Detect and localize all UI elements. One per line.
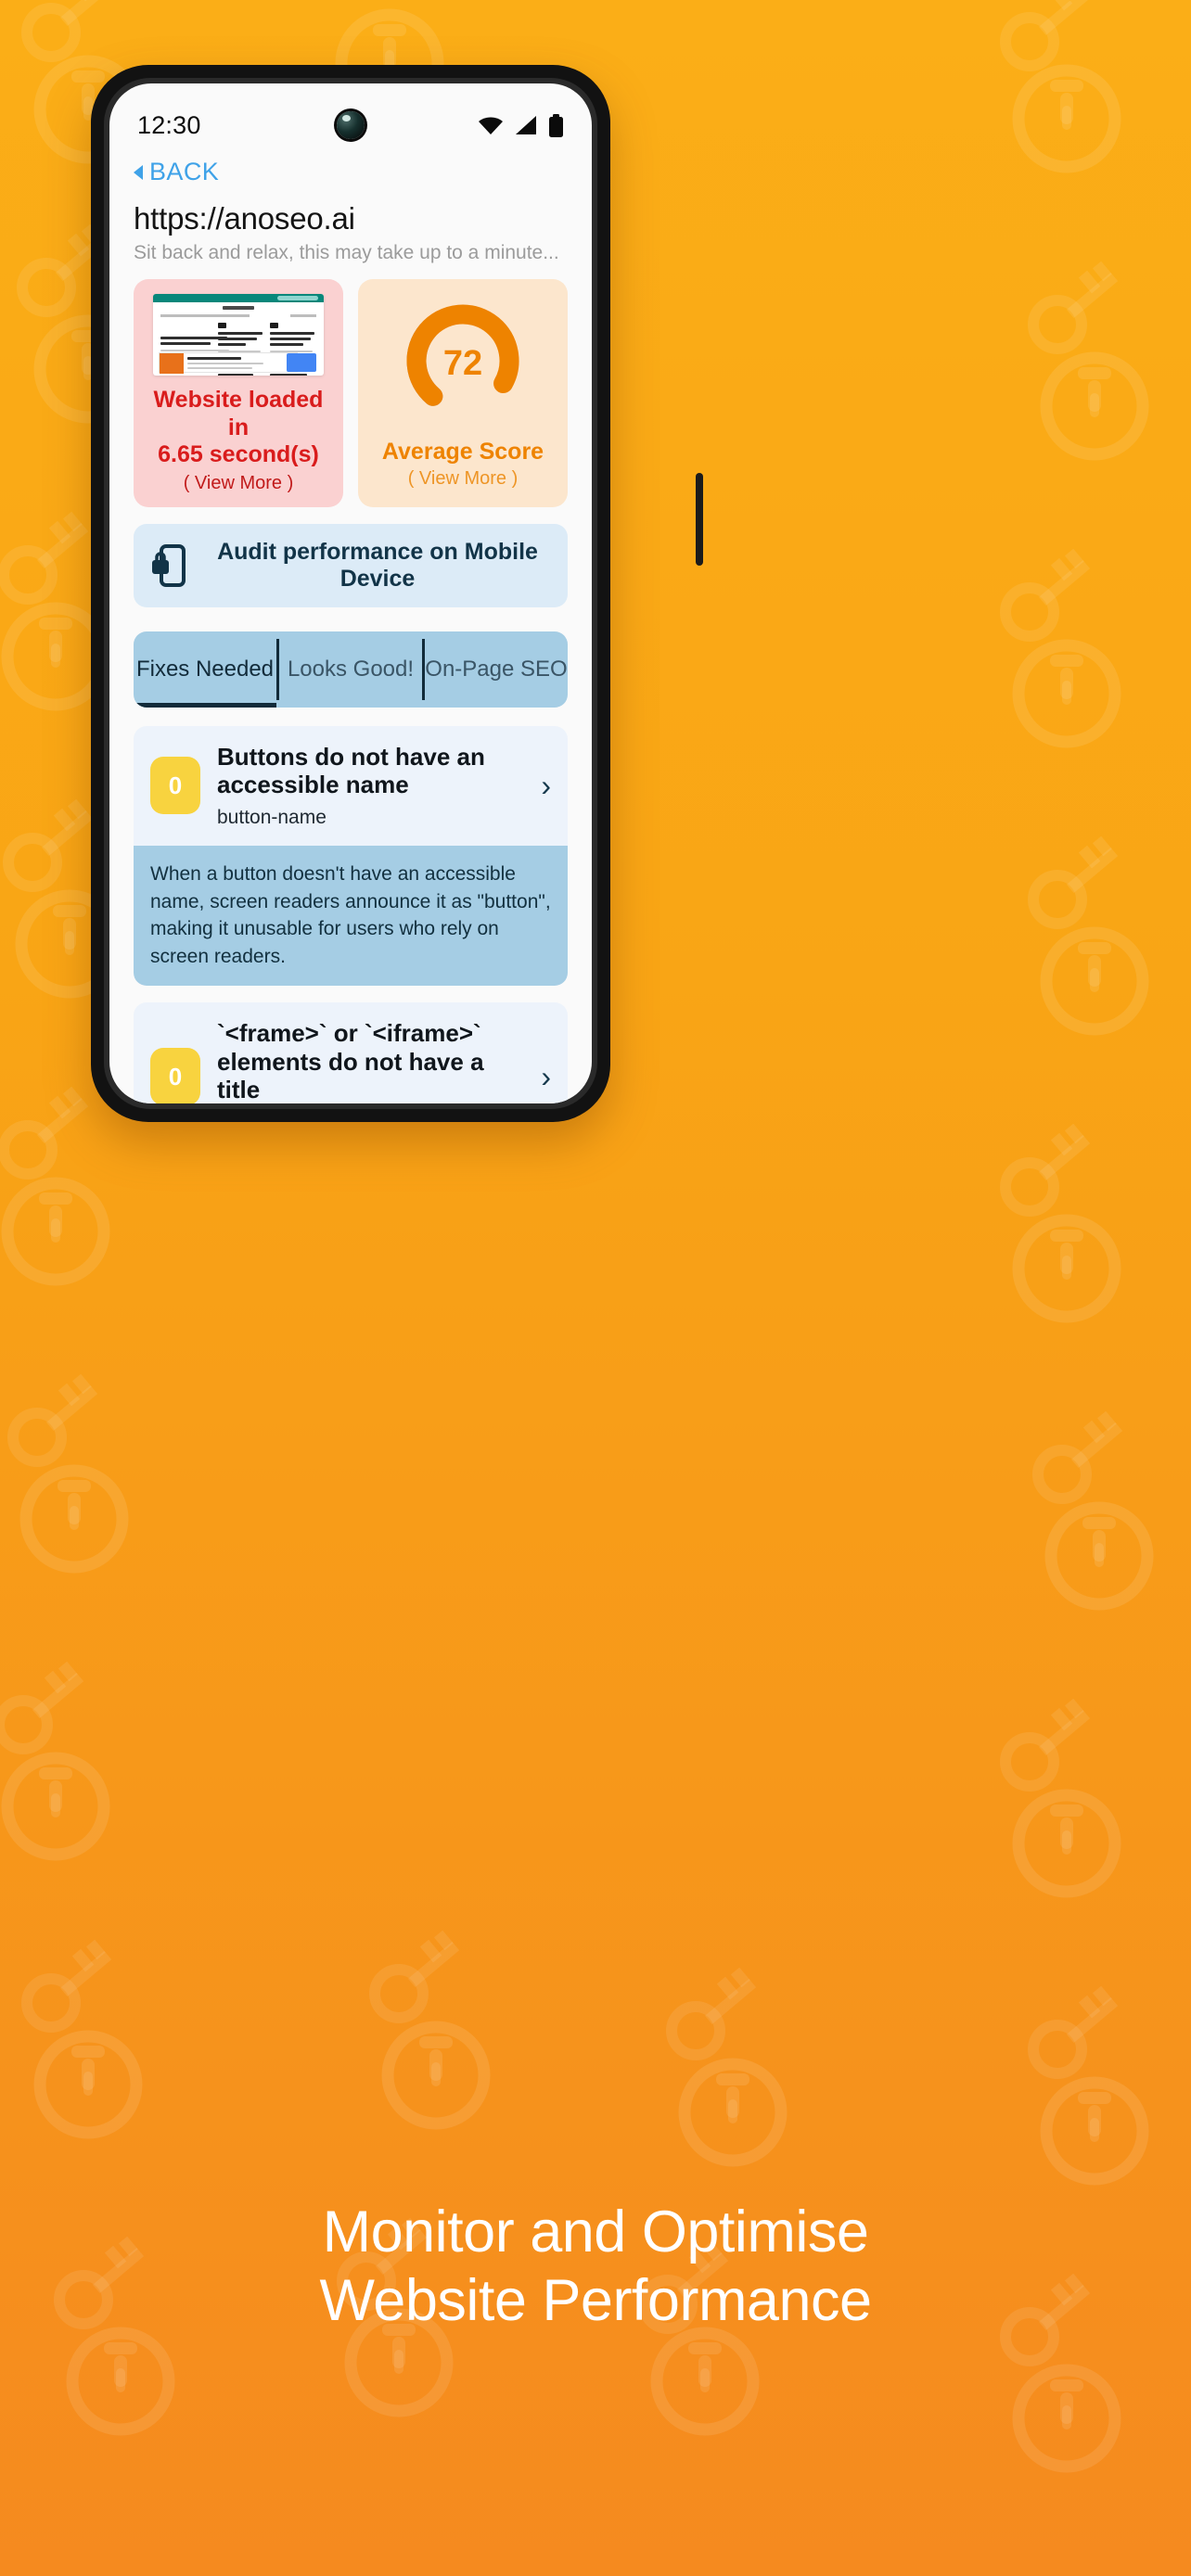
wifi-icon: [479, 117, 503, 134]
issue-count-badge: 0: [150, 757, 200, 815]
issue-texts: `<frame>` or `<iframe>` elements do not …: [217, 1019, 524, 1103]
phone-screen: 12:30 BACK https://anoseo.ai Sit back an…: [109, 83, 592, 1103]
chevron-left-icon: [134, 164, 143, 180]
list-item[interactable]: 0 `<frame>` or `<iframe>` elements do no…: [134, 1002, 568, 1103]
audit-performance-bar[interactable]: Audit performance on Mobile Device: [134, 523, 568, 607]
back-button-label: BACK: [149, 158, 220, 185]
tab-fixes-needed-label: Fixes Needed: [135, 656, 275, 682]
status-bar: 12:30: [109, 104, 592, 147]
score-gauge: 72: [402, 300, 524, 422]
battery-icon: [549, 113, 563, 137]
website-speed-card[interactable]: Website loaded in 6.65 second(s) ( View …: [134, 279, 343, 507]
tab-on-page-seo-label: On-Page SEO: [425, 656, 568, 682]
issue-key: button-name: [217, 806, 327, 828]
average-score-title: Average Score: [381, 439, 544, 465]
tagline-line-1: Monitor and Optimise: [322, 2200, 869, 2264]
website-screenshot-thumbnail: [153, 294, 324, 376]
list-item[interactable]: 0 Buttons do not have an accessible name…: [134, 725, 568, 987]
speed-line-2: 6.65 second(s): [158, 441, 319, 467]
tab-looks-good-label: Looks Good!: [287, 656, 415, 682]
back-button[interactable]: BACK: [109, 145, 592, 190]
tab-fixes-needed[interactable]: Fixes Needed: [134, 631, 276, 708]
issue-description: When a button doesn't have an accessible…: [134, 845, 568, 987]
tab-looks-good[interactable]: Looks Good!: [279, 631, 422, 708]
chevron-right-icon[interactable]: ›: [541, 1062, 551, 1091]
issue-list: 0 Buttons do not have an accessible name…: [109, 725, 592, 1103]
page-subtitle: Sit back and relax, this may take up to …: [134, 242, 559, 263]
audit-performance-label: Audit performance on Mobile Device: [217, 538, 538, 592]
website-speed-title: Website loaded in 6.65 second(s): [143, 387, 334, 469]
status-bar-icons: [478, 113, 564, 137]
issue-title: `<frame>` or `<iframe>` elements do not …: [217, 1019, 484, 1103]
speed-line-1: Website loaded in: [153, 387, 324, 440]
issue-count-badge: 0: [150, 1048, 200, 1103]
issue-header[interactable]: 0 Buttons do not have an accessible name…: [134, 725, 568, 846]
issue-title: Buttons do not have an accessible name: [217, 742, 485, 799]
power-button[interactable]: [696, 473, 703, 566]
page-title-url: https://anoseo.ai: [134, 201, 355, 236]
cellular-signal-icon: [516, 116, 536, 134]
score-view-more-link[interactable]: ( View More ): [408, 468, 519, 490]
speed-view-more-link[interactable]: ( View More ): [184, 473, 294, 494]
tab-on-page-seo[interactable]: On-Page SEO: [425, 631, 568, 708]
app-content: BACK https://anoseo.ai Sit back and rela…: [109, 145, 592, 1103]
summary-cards: Website loaded in 6.65 second(s) ( View …: [109, 264, 592, 507]
tagline-line-2: Website Performance: [319, 2268, 872, 2334]
issue-texts: Buttons do not have an accessible name b…: [217, 743, 524, 829]
score-value: 72: [442, 343, 483, 383]
phone-mockup: 12:30 BACK https://anoseo.ai Sit back an…: [91, 65, 703, 1122]
chevron-right-icon[interactable]: ›: [541, 771, 551, 800]
status-bar-clock: 12:30: [137, 110, 201, 139]
average-score-card[interactable]: 72 Average Score ( View More ): [358, 279, 568, 507]
mobile-lock-icon: [152, 543, 186, 587]
phone-bezel: 12:30 BACK https://anoseo.ai Sit back an…: [104, 78, 597, 1109]
issue-header[interactable]: 0 `<frame>` or `<iframe>` elements do no…: [134, 1002, 568, 1103]
marketing-tagline: Monitor and Optimise Website Performance: [0, 2198, 1191, 2336]
thumbnail-ad: [159, 352, 298, 374]
results-tabs: Fixes Needed Looks Good! On-Page SEO: [134, 631, 568, 708]
